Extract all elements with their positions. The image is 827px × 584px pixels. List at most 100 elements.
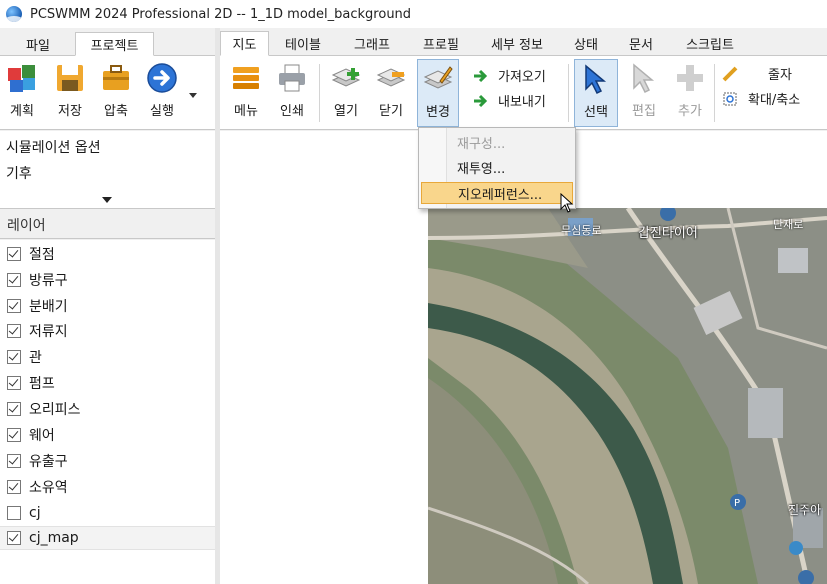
tab-profile[interactable]: 프로필	[413, 31, 469, 56]
plan-button[interactable]: 계획	[4, 62, 40, 119]
layer-item[interactable]: 저류지	[0, 319, 215, 343]
edit-tool-button[interactable]: 편집	[626, 62, 662, 119]
ruler-button[interactable]: 줄자	[722, 64, 792, 83]
edit-label: 편집	[632, 104, 656, 119]
ribbon-separator	[714, 64, 715, 122]
select-label: 선택	[584, 105, 608, 120]
layer-checkbox[interactable]	[7, 506, 21, 520]
import-label: 가져오기	[498, 70, 546, 85]
simulation-options-item[interactable]: 시뮬레이션 옵션	[6, 137, 101, 157]
open-layer-button[interactable]: 열기	[328, 62, 364, 119]
layer-item[interactable]: 절점	[0, 242, 215, 266]
print-button[interactable]: 인쇄	[274, 62, 310, 119]
layer-label: 유출구	[29, 454, 68, 470]
layer-label: 저류지	[29, 324, 68, 340]
layer-checkbox[interactable]	[7, 299, 21, 313]
layer-item[interactable]: 오리피스	[0, 397, 215, 421]
tab-project[interactable]: 프로젝트	[75, 32, 154, 56]
tab-documents[interactable]: 문서	[620, 31, 662, 56]
open-label: 열기	[334, 104, 358, 119]
layer-checkbox[interactable]	[7, 480, 21, 494]
climate-item[interactable]: 기후	[6, 163, 32, 183]
select-tool-button[interactable]: 선택	[574, 59, 618, 127]
menu-icon	[230, 62, 262, 94]
run-button[interactable]: 실행	[144, 62, 180, 119]
menu-item-reproject[interactable]: 재투영...	[421, 156, 573, 178]
layer-item[interactable]: 관	[0, 345, 215, 369]
package-button[interactable]: 압축	[98, 62, 134, 119]
mouse-cursor-icon	[560, 192, 574, 217]
layer-item[interactable]: 방류구	[0, 268, 215, 292]
layer-checkbox[interactable]	[7, 428, 21, 442]
plan-icon	[6, 62, 38, 94]
layer-item[interactable]: cj	[0, 501, 215, 525]
expand-arrow-icon[interactable]	[102, 197, 112, 203]
tab-table[interactable]: 테이블	[275, 31, 331, 56]
print-label: 인쇄	[280, 104, 304, 119]
tab-details[interactable]: 세부 정보	[482, 31, 552, 56]
layer-item[interactable]: 웨어	[0, 423, 215, 447]
edit-pointer-icon	[628, 62, 660, 94]
menu-button[interactable]: 메뉴	[228, 62, 264, 119]
layer-item[interactable]: 펌프	[0, 371, 215, 395]
menu-label: 메뉴	[234, 104, 258, 119]
svg-text:P: P	[734, 498, 740, 509]
tab-status[interactable]: 상태	[565, 31, 607, 56]
map-ribbon: 메뉴 인쇄 열기 닫기 변경 가져오기 내보내기 선택 편집 추가 줄자 확대/…	[220, 56, 827, 130]
layer-item-selected[interactable]: cj_map	[0, 526, 215, 550]
save-button[interactable]: 저장	[52, 62, 88, 119]
layer-checkbox[interactable]	[7, 454, 21, 468]
zoom-icon	[722, 91, 740, 107]
title-bar: PCSWMM 2024 Professional 2D -- 1_1D mode…	[0, 0, 827, 28]
layer-label: 방류구	[29, 273, 68, 289]
export-button[interactable]: 내보내기	[472, 91, 546, 110]
tab-file[interactable]: 파일	[14, 32, 62, 56]
add-label: 추가	[678, 104, 702, 119]
layer-label: cj_map	[29, 530, 79, 546]
layer-checkbox[interactable]	[7, 247, 21, 261]
plus-icon	[674, 62, 706, 94]
package-icon	[100, 62, 132, 94]
menu-item-georeference[interactable]: 지오레퍼런스...	[421, 182, 573, 204]
zoom-label: 확대/축소	[748, 93, 801, 108]
ruler-label: 줄자	[768, 68, 792, 83]
edit-layer-icon	[422, 63, 454, 95]
package-label: 압축	[104, 104, 128, 119]
export-label: 내보내기	[498, 95, 546, 110]
tab-map[interactable]: 지도	[220, 31, 269, 56]
menu-item-rebuild[interactable]: 재구성...	[421, 131, 573, 153]
layer-list: 절점 방류구 분배기 저류지 관 펌프 오리피스 웨어 유출구 소유역 cj c…	[0, 240, 215, 584]
tab-scripts[interactable]: 스크립트	[675, 31, 745, 56]
window-title: PCSWMM 2024 Professional 2D -- 1_1D mode…	[30, 6, 412, 22]
layer-item[interactable]: 소유역	[0, 475, 215, 499]
layer-checkbox[interactable]	[7, 376, 21, 390]
layer-item[interactable]: 분배기	[0, 294, 215, 318]
layer-label: 절점	[29, 247, 55, 263]
satellite-map[interactable]: P 갑진타이어 단재로 무심동로 진주아 정	[428, 208, 827, 584]
map-imagery: P	[428, 208, 827, 584]
map-label-road-musim: 무심동로	[561, 224, 602, 237]
import-button[interactable]: 가져오기	[472, 66, 546, 85]
map-label-tire-shop: 갑진타이어	[638, 226, 698, 241]
layer-checkbox[interactable]	[7, 273, 21, 287]
change-layer-button[interactable]: 변경	[417, 59, 459, 127]
layer-checkbox[interactable]	[7, 350, 21, 364]
run-dropdown-icon[interactable]	[189, 93, 197, 98]
layer-label: 웨어	[29, 428, 55, 444]
layer-item[interactable]: 유출구	[0, 449, 215, 473]
close-layer-button[interactable]: 닫기	[373, 62, 409, 119]
zoom-button[interactable]: 확대/축소	[722, 89, 800, 108]
plan-label: 계획	[10, 104, 34, 119]
export-icon	[472, 93, 490, 109]
layer-label: 오리피스	[29, 402, 81, 418]
add-tool-button[interactable]: 추가	[672, 62, 708, 119]
layer-checkbox[interactable]	[7, 402, 21, 416]
layer-label: 펌프	[29, 376, 55, 392]
save-icon	[54, 62, 86, 94]
ribbon-separator	[319, 64, 320, 122]
tab-graph[interactable]: 그래프	[344, 31, 400, 56]
layer-checkbox[interactable]	[7, 324, 21, 338]
layer-label: 분배기	[29, 299, 68, 315]
layer-checkbox[interactable]	[7, 531, 21, 545]
layer-label: 관	[29, 350, 42, 366]
